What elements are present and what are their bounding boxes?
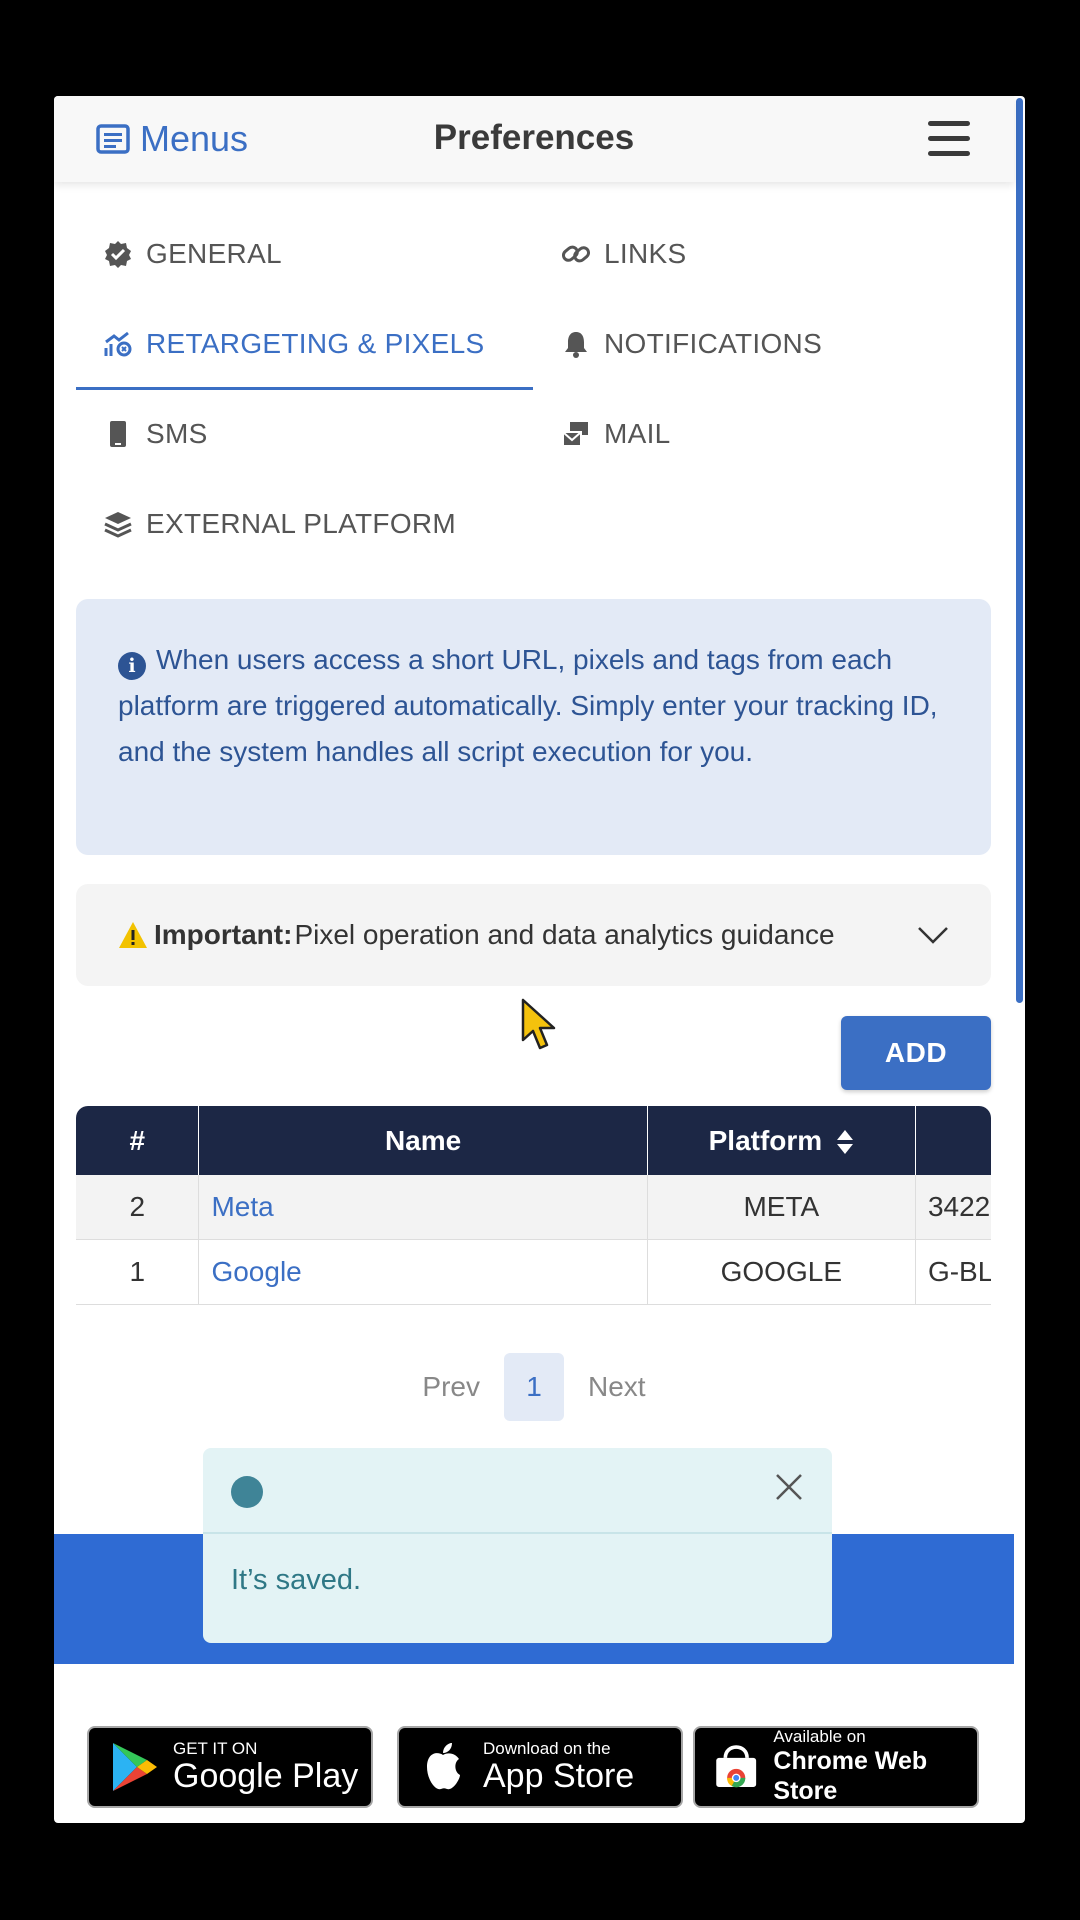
tab-label: GENERAL — [146, 238, 282, 269]
mouse-cursor-icon — [521, 998, 556, 1050]
info-alert: i When users access a short URL, pixels a… — [76, 599, 991, 855]
toast-message: It’s saved. — [231, 1564, 362, 1596]
row-tracking-id: 3422 — [915, 1175, 991, 1240]
table-header-row: # Name Platform — [76, 1106, 991, 1175]
toast-header — [203, 1448, 832, 1534]
row-platform: GOOGLE — [647, 1239, 916, 1305]
tab-label: NOTIFICATIONS — [604, 328, 823, 359]
chrome-web-store-icon — [716, 1745, 757, 1788]
important-text: Pixel operation and data analytics guida… — [294, 919, 835, 950]
row-name-link[interactable]: Google — [198, 1239, 648, 1305]
info-icon: i — [118, 652, 146, 680]
table-row: 1 Google GOOGLE G-BL — [76, 1239, 991, 1305]
page-title: Preferences — [433, 118, 635, 157]
col-header-name: Name — [198, 1106, 648, 1175]
tab-retargeting-pixels[interactable]: RETARGETING & PIXELS — [104, 328, 484, 360]
app-frame: Menus Preferences GENERAL LINKS RETARGET… — [54, 96, 1025, 1823]
tab-label: MAIL — [604, 418, 671, 449]
badge-large-text: Google Play — [173, 1757, 359, 1795]
mail-bulk-icon — [562, 422, 588, 447]
layers-icon — [104, 512, 132, 538]
google-play-icon — [113, 1743, 157, 1791]
badge-small-text: Download on the — [483, 1739, 611, 1758]
tab-label: LINKS — [604, 238, 687, 269]
info-text: When users access a short URL, pixels an… — [118, 644, 938, 767]
tab-label: RETARGETING & PIXELS — [146, 328, 485, 359]
tab-label: SMS — [146, 418, 208, 449]
page-1-button[interactable]: 1 — [504, 1353, 564, 1421]
col-header-platform[interactable]: Platform — [647, 1106, 916, 1175]
apple-icon — [427, 1743, 460, 1790]
active-tab-indicator — [76, 387, 533, 390]
badge-check-icon — [105, 241, 131, 268]
tab-external-platform[interactable]: EXTERNAL PLATFORM — [104, 508, 456, 540]
badge-small-text: GET IT ON — [173, 1739, 258, 1758]
mobile-icon — [110, 421, 126, 447]
pixels-table: # Name Platform 2 Meta META 3422 1 Googl… — [76, 1106, 991, 1311]
row-tracking-id: G-BL — [915, 1239, 991, 1305]
tab-label: EXTERNAL PLATFORM — [146, 508, 457, 539]
row-number: 2 — [76, 1175, 200, 1240]
important-accordion[interactable]: Important: Pixel operation and data anal… — [76, 884, 991, 986]
badge-small-text: Available on — [773, 1727, 866, 1746]
tab-sms[interactable]: SMS — [104, 418, 208, 450]
scrollbar[interactable] — [1016, 98, 1023, 1003]
toast-notification: It’s saved. — [203, 1448, 832, 1643]
chart-pixel-icon — [104, 331, 132, 357]
row-number: 1 — [76, 1239, 200, 1305]
col-header-platform-label: Platform — [708, 1124, 823, 1156]
next-button[interactable]: Next — [572, 1371, 662, 1403]
status-dot-icon — [231, 1476, 263, 1508]
top-bar: Menus Preferences — [54, 96, 1014, 182]
google-play-badge[interactable]: GET IT ON Google Play — [87, 1726, 373, 1808]
tab-general[interactable]: GENERAL — [104, 238, 282, 270]
warning-icon — [119, 922, 147, 948]
chevron-down-icon — [918, 927, 948, 944]
app-store-badge[interactable]: Download on the App Store — [397, 1726, 683, 1808]
sort-icon — [836, 1130, 853, 1155]
chrome-web-store-badge[interactable]: Available on Chrome Web Store — [693, 1726, 979, 1808]
row-platform: META — [647, 1175, 916, 1240]
badge-large-text: Chrome Web Store — [773, 1747, 928, 1805]
add-button[interactable]: ADD — [841, 1016, 991, 1090]
bell-icon — [565, 332, 587, 358]
col-header-number: # — [76, 1106, 200, 1175]
table-row: 2 Meta META 3422 — [76, 1175, 991, 1240]
link-icon — [562, 245, 590, 263]
row-name-link[interactable]: Meta — [198, 1175, 648, 1240]
important-label: Important: — [154, 919, 293, 950]
prev-button[interactable]: Prev — [406, 1371, 496, 1403]
badge-large-text: App Store — [483, 1757, 635, 1795]
close-icon[interactable] — [774, 1472, 804, 1502]
hamburger-icon[interactable] — [928, 121, 970, 157]
col-header-tracking-id — [915, 1106, 991, 1175]
tab-mail[interactable]: MAIL — [562, 418, 671, 450]
tab-links[interactable]: LINKS — [562, 238, 686, 270]
pagination: Prev 1 Next — [54, 1353, 1014, 1421]
tab-notifications[interactable]: NOTIFICATIONS — [562, 328, 822, 360]
